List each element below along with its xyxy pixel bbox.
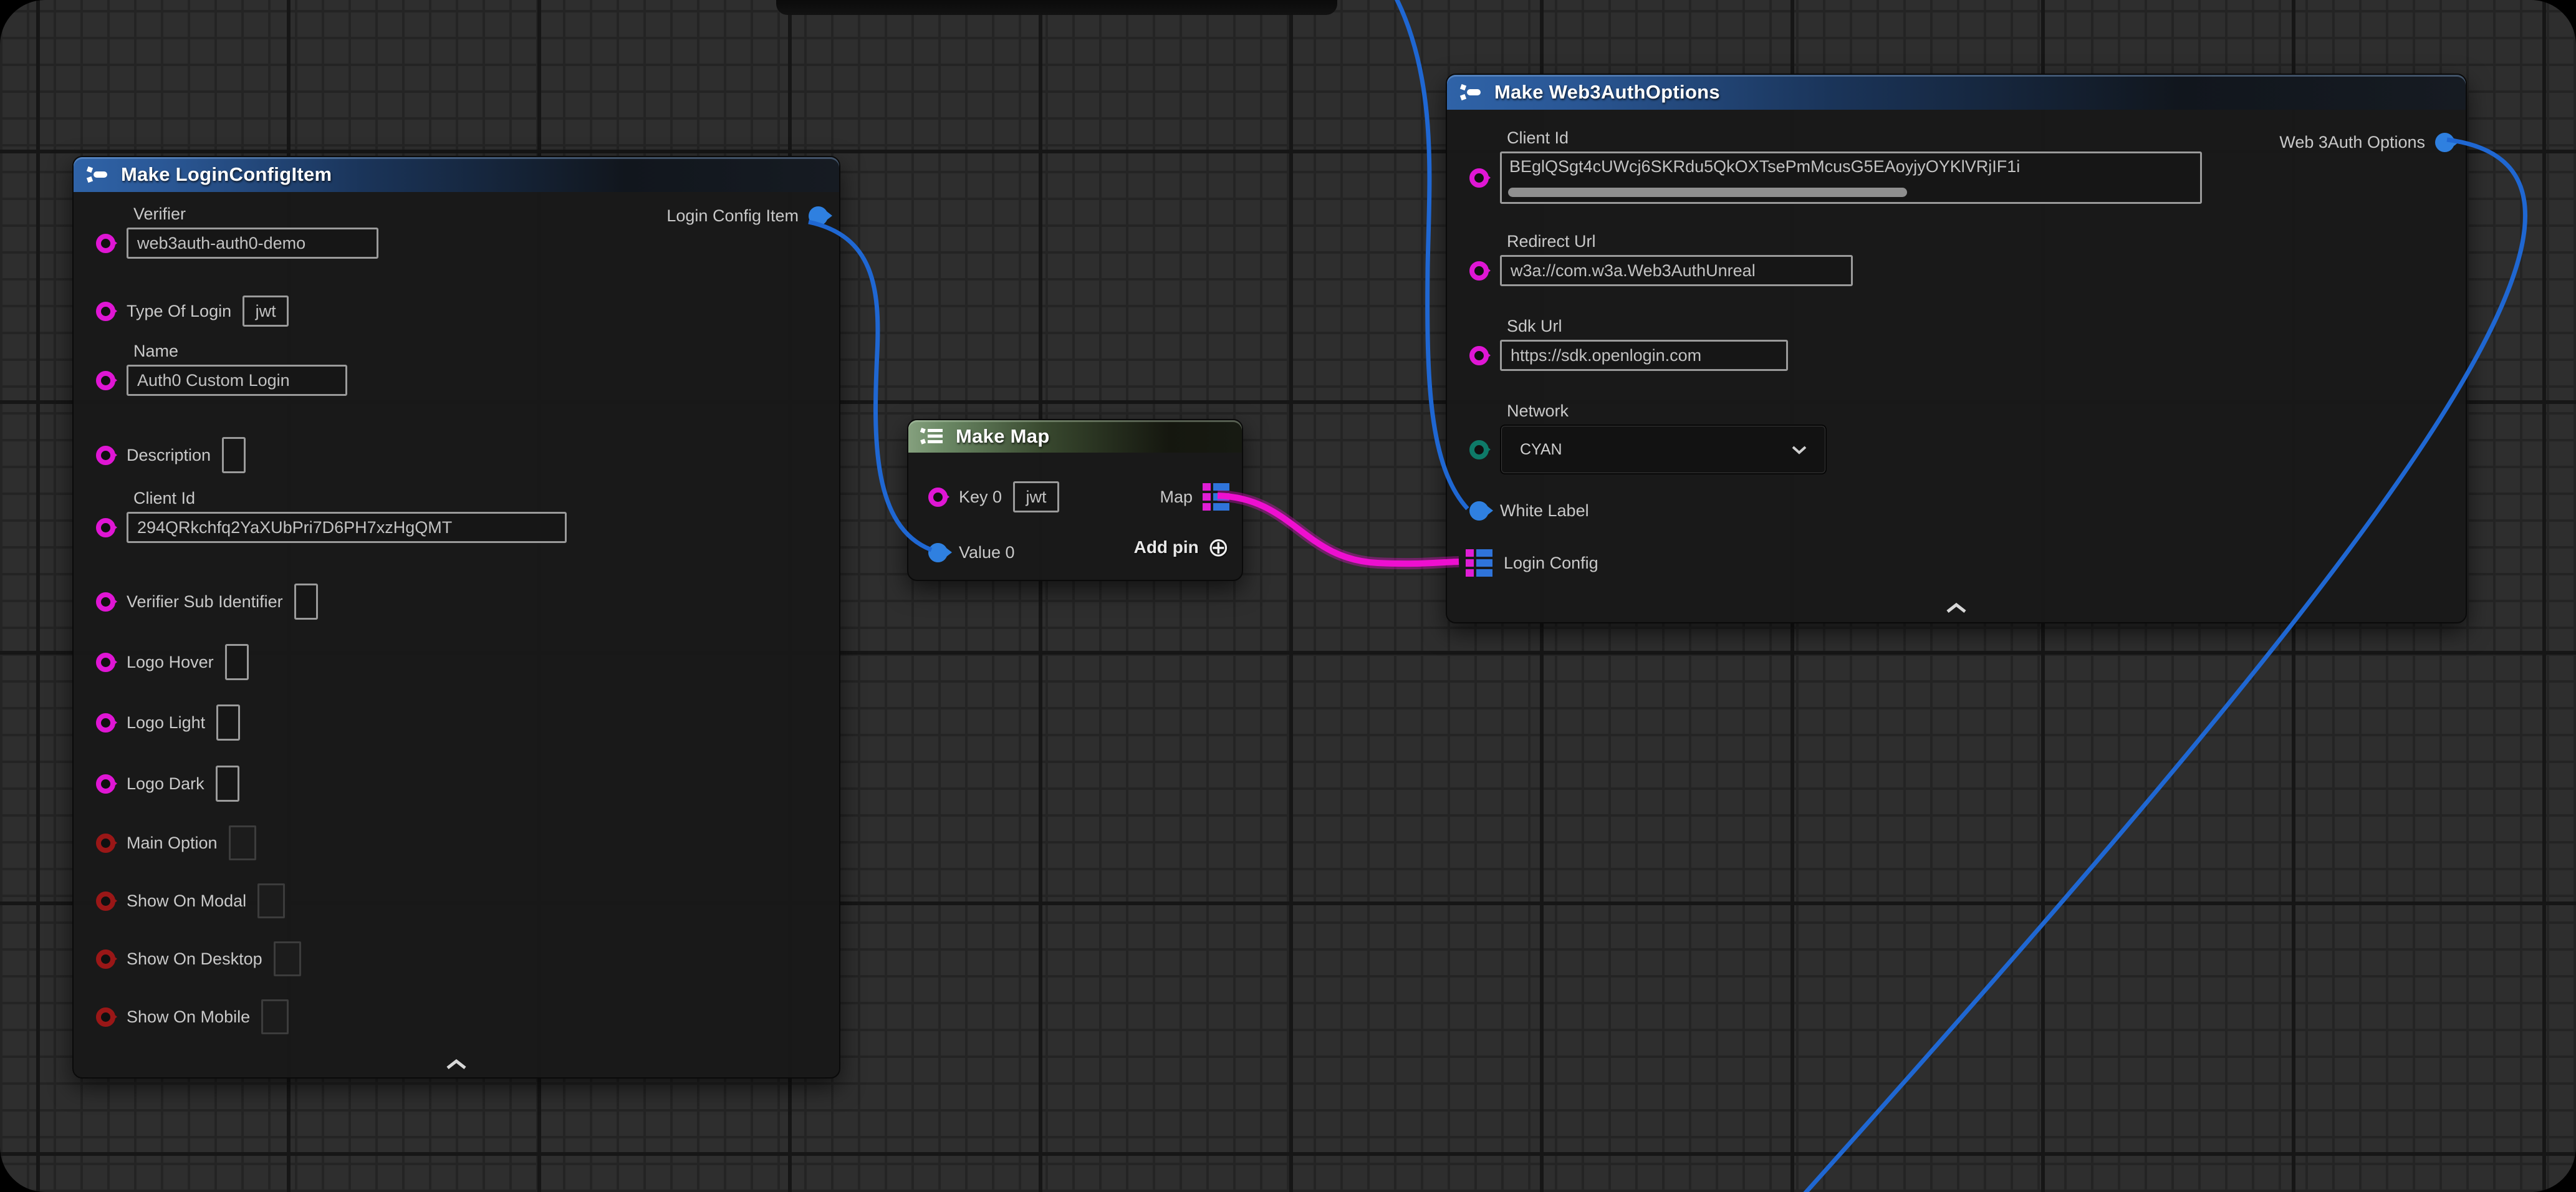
logo-light-input[interactable] [216, 704, 240, 741]
make-struct-icon [85, 163, 111, 186]
pin-logo-dark[interactable] [96, 774, 115, 794]
pin-label-description: Description [127, 446, 211, 465]
pin-label-white-label: White Label [1500, 501, 1589, 521]
redirect-url-input[interactable]: w3a://com.w3a.Web3AuthUnreal [1500, 255, 1853, 286]
show-on-desktop-checkbox[interactable] [274, 941, 301, 976]
wire-map-glow [1218, 496, 1459, 564]
logo-hover-input[interactable] [225, 644, 249, 680]
make-struct-icon [1458, 81, 1484, 103]
pin-verifier[interactable] [96, 234, 115, 253]
main-option-checkbox[interactable] [229, 825, 256, 860]
description-input[interactable] [222, 437, 246, 473]
pin-name[interactable] [96, 371, 115, 390]
pin-client-id[interactable] [1469, 168, 1489, 188]
blueprint-canvas[interactable]: Make LoginConfigItem Login Config Item V… [0, 0, 2576, 1192]
key-0-input[interactable]: jwt [1013, 481, 1059, 512]
node-header[interactable]: Make Web3AuthOptions [1447, 75, 2466, 110]
pin-map-output[interactable] [1203, 483, 1229, 511]
node-header[interactable]: Make Map [908, 420, 1242, 453]
node-make-loginconfigitem[interactable]: Make LoginConfigItem Login Config Item V… [72, 156, 840, 1079]
show-on-mobile-checkbox[interactable] [261, 999, 289, 1034]
pin-label-client-id: Client Id [1507, 128, 2202, 148]
collapse-chevron-icon[interactable] [1943, 601, 1970, 615]
pin-label-main-option: Main Option [127, 834, 218, 853]
pin-label-client-id: Client Id [133, 489, 567, 508]
node-make-map[interactable]: Make Map Key 0 jwt Map Value 0 Add pin ⊕ [907, 419, 1243, 581]
pin-label-sdk-url: Sdk Url [1507, 317, 1788, 336]
pin-logo-hover[interactable] [96, 653, 115, 672]
pin-label-show-on-desktop: Show On Desktop [127, 949, 262, 969]
pin-web3auth-options-output[interactable] [2435, 133, 2454, 152]
pin-white-label[interactable] [1469, 501, 1489, 521]
pin-label-network: Network [1507, 401, 1827, 421]
pin-label-verifier: Verifier [133, 204, 378, 224]
pin-label-show-on-modal: Show On Modal [127, 892, 246, 911]
pin-description[interactable] [96, 446, 115, 465]
pin-label-logo-light: Logo Light [127, 713, 205, 733]
offscreen-node-edge[interactable] [776, 0, 1337, 15]
pin-label-map-output: Map [1160, 488, 1193, 507]
pin-show-on-mobile[interactable] [96, 1007, 115, 1027]
pin-label-redirect-url: Redirect Url [1507, 232, 1853, 251]
node-title: Make Map [956, 425, 1050, 448]
make-map-icon [920, 425, 946, 448]
pin-redirect-url[interactable] [1469, 261, 1489, 281]
add-pin-icon: ⊕ [1208, 534, 1229, 560]
verifier-input[interactable]: web3auth-auth0-demo [127, 228, 378, 259]
pin-network[interactable] [1469, 440, 1489, 459]
pin-label-verifier-sub-identifier: Verifier Sub Identifier [127, 592, 283, 612]
name-input[interactable]: Auth0 Custom Login [127, 365, 347, 396]
node-header[interactable]: Make LoginConfigItem [74, 157, 839, 192]
client-id-input[interactable]: 294QRkchfq2YaXUbPri7D6PH7xzHgQMT [127, 512, 567, 543]
pin-label-name: Name [133, 342, 347, 361]
add-pin-button[interactable]: Add pin ⊕ [1134, 534, 1229, 560]
pin-verifier-sub-identifier[interactable] [96, 592, 115, 612]
pin-show-on-modal[interactable] [96, 892, 115, 911]
pin-logo-light[interactable] [96, 713, 115, 733]
dropdown-chevron-icon [1790, 445, 1808, 455]
client-id-input[interactable]: BEglQSgt4cUWcj6SKRdu5QkOXTsePmMcusG5EAoy… [1500, 151, 2202, 204]
output-pin-label: Login Config Item [666, 206, 799, 226]
screenshot-frame: Make LoginConfigItem Login Config Item V… [0, 0, 2576, 1192]
pin-label-key-0: Key 0 [959, 488, 1002, 507]
pin-login-config-item-output[interactable] [809, 206, 828, 226]
pin-label-logo-hover: Logo Hover [127, 653, 214, 672]
pin-login-config[interactable] [1466, 549, 1492, 577]
sdk-url-input[interactable]: https://sdk.openlogin.com [1500, 340, 1788, 371]
node-title: Make LoginConfigItem [121, 163, 332, 186]
collapse-chevron-icon[interactable] [443, 1057, 470, 1071]
verifier-sub-identifier-input[interactable] [294, 584, 318, 620]
pin-label-show-on-mobile: Show On Mobile [127, 1007, 250, 1027]
pin-label-login-config: Login Config [1504, 554, 1598, 573]
pin-label-type-of-login: Type Of Login [127, 302, 231, 321]
wire-map-to-loginconfig[interactable] [1218, 496, 1459, 564]
pin-label-logo-dark: Logo Dark [127, 774, 204, 794]
node-title: Make Web3AuthOptions [1494, 81, 1720, 103]
type-of-login-input[interactable]: jwt [243, 296, 289, 327]
logo-dark-input[interactable] [216, 766, 239, 802]
pin-type-of-login[interactable] [96, 302, 115, 321]
output-pin-label: Web 3Auth Options [2279, 133, 2425, 152]
pin-value-0[interactable] [928, 543, 948, 562]
client-id-scrollbar[interactable] [1508, 188, 1907, 197]
pin-label-value-0: Value 0 [959, 543, 1015, 562]
pin-client-id[interactable] [96, 518, 115, 537]
network-dropdown[interactable]: CYAN [1500, 425, 1827, 474]
show-on-modal-checkbox[interactable] [257, 883, 285, 918]
pin-main-option[interactable] [96, 834, 115, 853]
node-make-web3authoptions[interactable]: Make Web3AuthOptions Web 3Auth Options C… [1446, 74, 2467, 623]
pin-sdk-url[interactable] [1469, 346, 1489, 365]
pin-show-on-desktop[interactable] [96, 949, 115, 969]
pin-key-0[interactable] [928, 488, 948, 507]
